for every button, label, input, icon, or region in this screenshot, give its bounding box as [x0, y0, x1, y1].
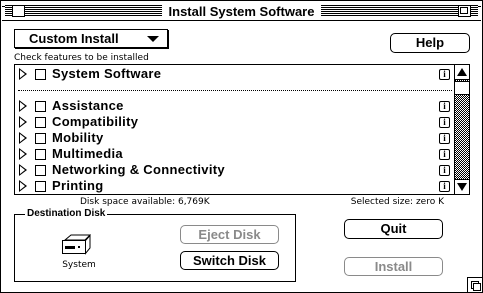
install-mode-label: Custom Install	[29, 31, 119, 46]
install-mode-popup[interactable]: Custom Install	[14, 29, 168, 48]
feature-label: Assistance	[52, 98, 124, 113]
install-window: Install System Software Custom Install H…	[0, 0, 483, 293]
feature-row: Compatibility i	[15, 114, 455, 130]
feature-checkbox[interactable]	[35, 69, 46, 80]
popup-arrow-icon	[147, 36, 159, 42]
list-separator	[18, 90, 452, 91]
feature-checkbox[interactable]	[35, 133, 46, 144]
grow-box-icon[interactable]	[467, 277, 482, 292]
selected-size: Selected size: zero K	[350, 197, 444, 207]
disclosure-triangle-icon[interactable]	[19, 68, 27, 80]
feature-row: System Software i	[15, 66, 455, 82]
feature-label: System Software	[52, 66, 162, 81]
feature-row: Networking & Connectivity i	[15, 162, 455, 178]
switch-disk-button[interactable]: Switch Disk	[180, 251, 279, 270]
window-title: Install System Software	[161, 3, 322, 20]
scroll-thumb[interactable]	[455, 81, 469, 95]
disclosure-triangle-icon[interactable]	[19, 100, 27, 112]
eject-disk-button[interactable]: Eject Disk	[180, 225, 279, 244]
disclosure-triangle-icon[interactable]	[19, 164, 27, 176]
disk-space-available: Disk space available: 6,769K	[80, 197, 210, 207]
feature-row: Mobility i	[15, 130, 455, 146]
disclosure-triangle-icon[interactable]	[19, 180, 27, 192]
info-icon[interactable]: i	[439, 117, 450, 128]
disclosure-triangle-icon[interactable]	[19, 148, 27, 160]
info-icon[interactable]: i	[439, 101, 450, 112]
quit-button[interactable]: Quit	[344, 219, 443, 239]
feature-checkbox[interactable]	[35, 149, 46, 160]
feature-label: Compatibility	[52, 114, 139, 129]
disclosure-triangle-icon[interactable]	[19, 116, 27, 128]
feature-row: Assistance i	[15, 98, 455, 114]
info-icon[interactable]: i	[439, 181, 450, 192]
feature-row: Multimedia i	[15, 146, 455, 162]
arrow-down-icon	[457, 183, 467, 191]
disclosure-triangle-icon[interactable]	[19, 132, 27, 144]
feature-checkbox[interactable]	[35, 165, 46, 176]
arrow-up-icon	[457, 68, 467, 76]
feature-label: Multimedia	[52, 146, 123, 161]
feature-list-caption: Check features to be installed	[14, 53, 149, 63]
scroll-up-button[interactable]	[455, 65, 469, 80]
title-bar[interactable]: Install System Software	[2, 2, 481, 21]
feature-label: Mobility	[52, 130, 104, 145]
feature-list: System Software i Assistance i Compatibi…	[14, 64, 470, 195]
vertical-scrollbar[interactable]	[454, 65, 469, 194]
feature-label: Networking & Connectivity	[52, 162, 225, 177]
install-button[interactable]: Install	[344, 257, 443, 276]
help-button[interactable]: Help	[390, 33, 470, 53]
info-icon[interactable]: i	[439, 149, 450, 160]
destination-disk-title: Destination Disk	[25, 208, 108, 220]
info-icon[interactable]: i	[439, 69, 450, 80]
scroll-down-button[interactable]	[455, 179, 469, 194]
zoom-box[interactable]	[458, 5, 471, 17]
feature-list-rows: System Software i Assistance i Compatibi…	[15, 65, 455, 194]
disk-name-label: System	[62, 260, 96, 270]
info-icon[interactable]: i	[439, 165, 450, 176]
feature-checkbox[interactable]	[35, 181, 46, 192]
close-box[interactable]	[12, 5, 25, 17]
feature-checkbox[interactable]	[35, 101, 46, 112]
info-icon[interactable]: i	[439, 133, 450, 144]
feature-row: Printing i	[15, 178, 455, 194]
feature-label: Printing	[52, 178, 104, 193]
feature-checkbox[interactable]	[35, 117, 46, 128]
hard-disk-icon[interactable]	[61, 233, 91, 255]
